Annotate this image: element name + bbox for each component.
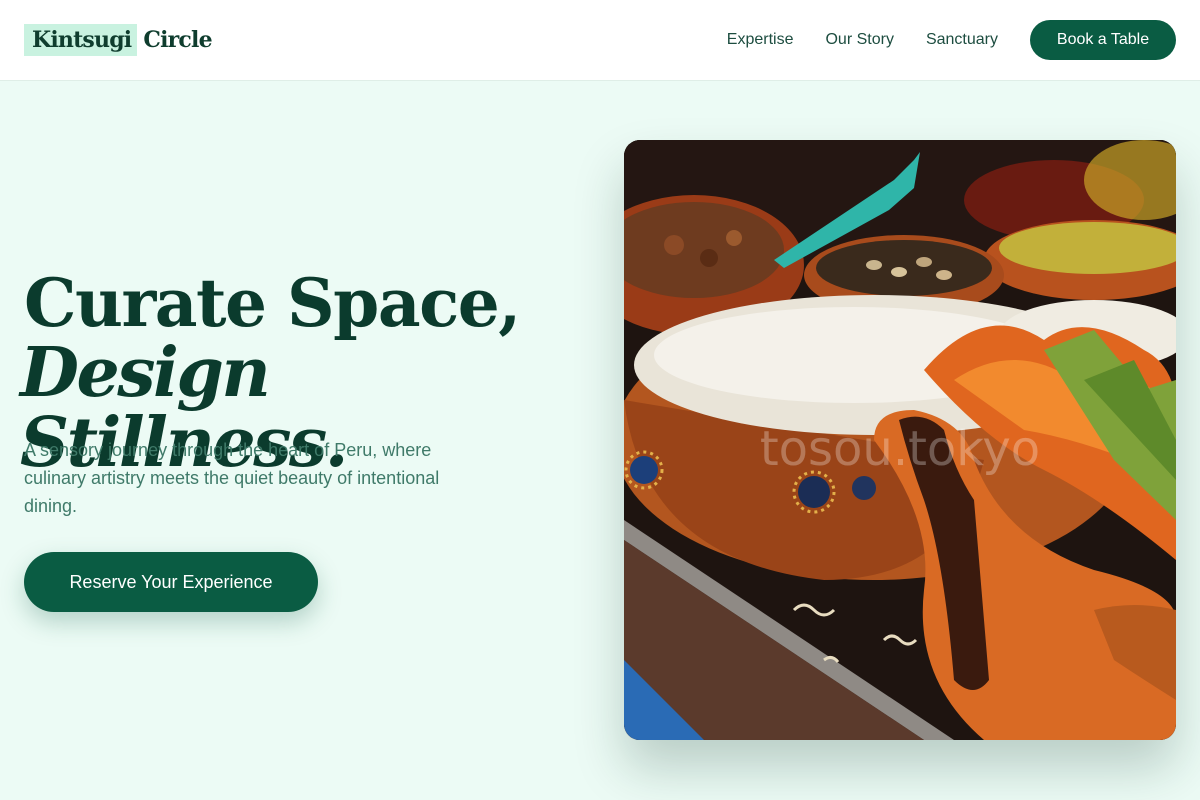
main-nav: Expertise Our Story Sanctuary — [727, 0, 998, 80]
nav-link-sanctuary[interactable]: Sanctuary — [926, 31, 998, 49]
nav-link-our-story[interactable]: Our Story — [825, 31, 893, 49]
hero-food-image: tosou.tokyo — [624, 140, 1176, 740]
logo-text: Circle — [143, 27, 212, 53]
logo-highlight-text: Kintsugi — [24, 24, 138, 56]
food-illustration: tosou.tokyo — [624, 140, 1176, 740]
hero-title-line1: Curate Space, — [24, 264, 521, 342]
book-table-button[interactable]: Book a Table — [1030, 20, 1176, 60]
hero-subtitle: A sensory journey through the heart of P… — [24, 440, 440, 516]
reserve-experience-button[interactable]: Reserve Your Experience — [24, 552, 318, 612]
logo[interactable]: Kintsugi Circle — [24, 24, 213, 56]
watermark-text: tosou.tokyo — [760, 421, 1040, 477]
site-header: Kintsugi Circle Expertise Our Story Sanc… — [0, 0, 1200, 81]
nav-link-expertise[interactable]: Expertise — [727, 31, 794, 49]
